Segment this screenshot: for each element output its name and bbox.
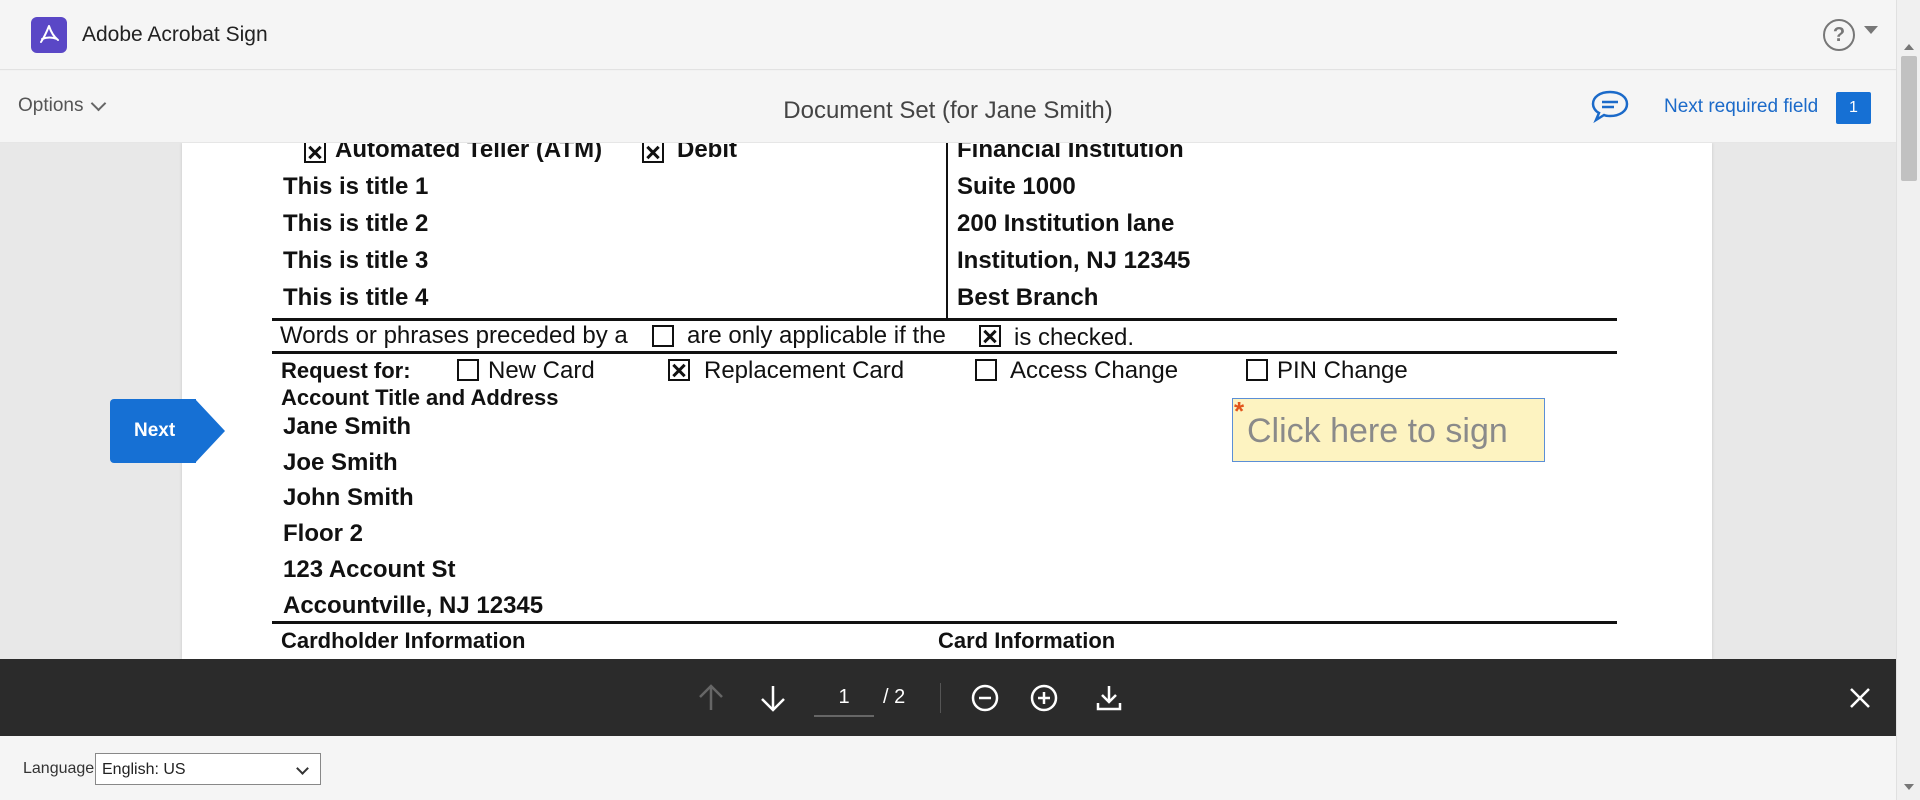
account-line: John Smith [283, 484, 414, 511]
institution-line: 200 Institution lane [957, 210, 1175, 237]
page-total: / 2 [883, 686, 906, 708]
notice-suffix: is checked. [1014, 324, 1135, 351]
next-button-label: Next [134, 420, 176, 441]
zoom-out-icon[interactable] [968, 681, 1002, 715]
account-heading: Account Title and Address [281, 385, 559, 410]
replacement-card-label: Replacement Card [704, 357, 905, 384]
account-line: Jane Smith [283, 413, 412, 440]
atm-label: Automated Teller (ATM) [335, 143, 603, 163]
notice-sample-empty-checkbox [652, 325, 674, 347]
toolbar-divider [940, 683, 941, 713]
page-toolbar: / 2 [0, 659, 1896, 736]
account-line: Accountville, NJ 12345 [283, 592, 544, 619]
previous-page-arrow-up-icon[interactable] [694, 681, 728, 715]
institution-line: Best Branch [957, 284, 1099, 311]
language-label: Language [23, 760, 95, 777]
new-card-checkbox[interactable] [457, 359, 479, 381]
institution-line: Suite 1000 [957, 173, 1076, 200]
institution-line: Financial Institution [957, 143, 1184, 163]
acrobat-logo-icon [31, 17, 67, 53]
top-bar: Adobe Acrobat Sign ? [0, 0, 1920, 70]
scroll-up-arrow-icon[interactable] [1904, 44, 1914, 50]
language-select[interactable]: English: US [95, 753, 321, 785]
help-icon[interactable]: ? [1823, 19, 1855, 51]
section-divider [272, 621, 1617, 624]
institution-line: Institution, NJ 12345 [957, 247, 1191, 274]
notice-prefix: Words or phrases preceded by a [280, 322, 628, 349]
app-title: Adobe Acrobat Sign [82, 23, 268, 46]
replacement-card-checkbox[interactable] [668, 359, 690, 381]
next-page-arrow-down-icon[interactable] [756, 681, 790, 715]
debit-label: Debit [677, 143, 737, 163]
comment-icon[interactable] [1590, 88, 1630, 129]
scroll-thumb[interactable] [1901, 56, 1917, 181]
next-required-field-link[interactable]: Next required field [1664, 96, 1818, 118]
signature-placeholder[interactable]: Click here to sign [1247, 412, 1508, 451]
download-icon[interactable] [1092, 681, 1126, 715]
help-menu-caret-icon[interactable] [1864, 26, 1878, 34]
next-field-button[interactable]: Next [110, 399, 226, 463]
section-divider [272, 318, 1617, 321]
title-line: This is title 1 [283, 173, 429, 200]
section-divider [272, 351, 1617, 354]
required-field-count-badge: 1 [1836, 92, 1871, 124]
title-line: This is title 3 [283, 247, 429, 274]
next-button-arrow-tip [195, 399, 225, 463]
page-number-input[interactable] [814, 679, 874, 717]
pin-change-checkbox[interactable] [1246, 359, 1268, 381]
new-card-label: New Card [488, 357, 595, 384]
title-line: This is title 4 [283, 284, 429, 311]
footer-bar: Language English: US [0, 736, 1896, 800]
cardholder-heading: Cardholder Information [281, 628, 526, 653]
column-divider [946, 143, 948, 319]
document-viewport[interactable]: Automated Teller (ATM) Debit This is tit… [0, 143, 1896, 659]
debit-checkbox[interactable] [642, 143, 664, 163]
pin-change-label: PIN Change [1277, 357, 1408, 384]
title-line: This is title 2 [283, 210, 429, 237]
scroll-down-arrow-icon[interactable] [1904, 784, 1914, 790]
account-line: Joe Smith [283, 449, 398, 476]
required-asterisk: * [1234, 396, 1245, 426]
request-for-label: Request for: [281, 358, 411, 383]
account-line: 123 Account St [283, 556, 456, 583]
vertical-scrollbar[interactable] [1896, 0, 1920, 800]
app-root: Adobe Acrobat Sign ? Options Document Se… [0, 0, 1920, 800]
close-icon[interactable] [1843, 681, 1877, 715]
card-info-heading: Card Information [938, 628, 1116, 653]
document-header-bar: Options Document Set (for Jane Smith) Ne… [0, 71, 1896, 143]
notice-middle: are only applicable if the [687, 322, 946, 349]
account-line: Floor 2 [283, 520, 364, 547]
document-title: Document Set (for Jane Smith) [783, 97, 1113, 124]
zoom-in-icon[interactable] [1027, 681, 1061, 715]
atm-checkbox[interactable] [304, 143, 326, 163]
notice-sample-checked-checkbox [979, 325, 1001, 347]
access-change-checkbox[interactable] [975, 359, 997, 381]
access-change-label: Access Change [1010, 357, 1179, 384]
